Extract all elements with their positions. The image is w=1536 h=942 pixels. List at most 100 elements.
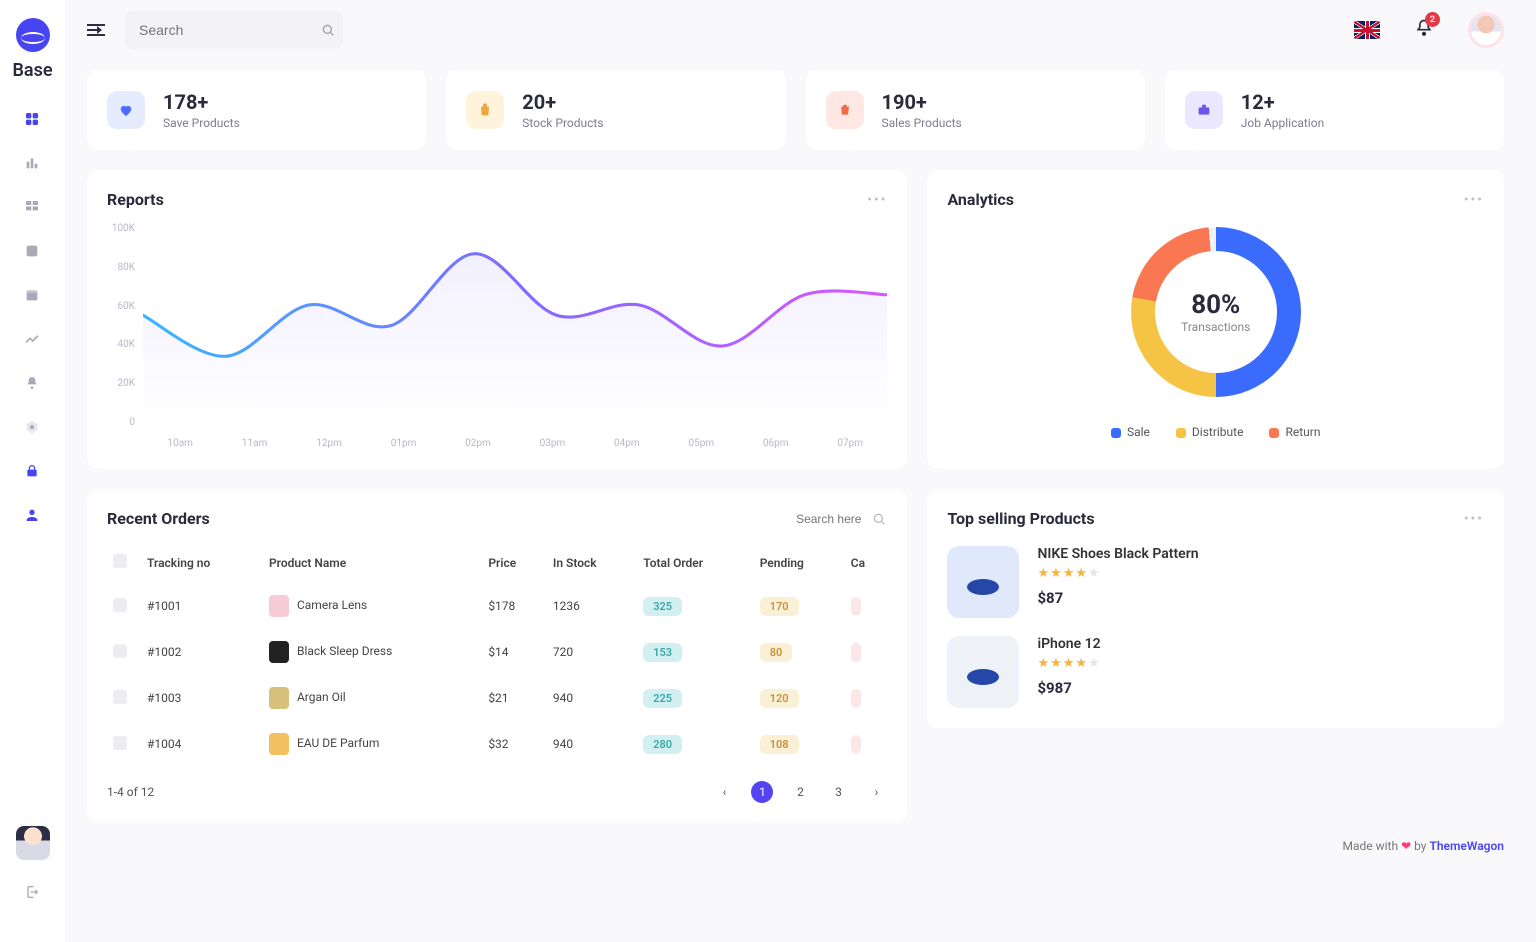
- sidebar-charts-icon[interactable]: [24, 155, 42, 173]
- sidebar-lock-icon[interactable]: [24, 463, 42, 481]
- orders-column-header: Tracking no: [141, 542, 263, 583]
- sidebar-list-icon[interactable]: [24, 243, 42, 261]
- sidebar-dashboard-icon[interactable]: [24, 111, 42, 129]
- y-tick: 80K: [107, 262, 135, 273]
- product-name-cell: Argan Oil: [263, 675, 482, 721]
- row-checkbox[interactable]: [113, 598, 127, 612]
- reports-title: Reports: [107, 190, 164, 209]
- canceled-badge: [851, 597, 861, 616]
- orders-column-header: [107, 542, 141, 583]
- orders-column-header: In Stock: [547, 542, 637, 583]
- sidebar-calendar-icon[interactable]: [24, 287, 42, 305]
- product-price: $987: [1037, 679, 1100, 697]
- top-selling-title: Top selling Products: [947, 509, 1094, 528]
- legend-item: Distribute: [1176, 425, 1244, 439]
- pagination-prev-icon[interactable]: ‹: [713, 781, 735, 803]
- row-checkbox[interactable]: [113, 644, 127, 658]
- product-name-cell: Camera Lens: [263, 583, 482, 629]
- stat-card: 190+ Sales Products: [806, 70, 1145, 150]
- user-avatar[interactable]: [1468, 12, 1504, 48]
- stat-value: 12+: [1241, 90, 1324, 114]
- x-tick: 12pm: [292, 438, 366, 449]
- product-item[interactable]: NIKE Shoes Black Pattern ★★★★★ $87: [947, 546, 1484, 618]
- footer: Made with ❤ by ThemeWagon: [65, 833, 1526, 853]
- brand-name: Base: [12, 60, 52, 81]
- sidebar-bell-icon[interactable]: [24, 375, 42, 393]
- x-tick: 06pm: [739, 438, 813, 449]
- reports-more-icon[interactable]: •••: [867, 192, 887, 208]
- stock-cell: 1236: [547, 583, 637, 629]
- table-row[interactable]: #1004 EAU DE Parfum $32 940 280 108: [107, 721, 887, 767]
- stat-card: 20+ Stock Products: [446, 70, 785, 150]
- sidebar-toggle-icon[interactable]: [87, 21, 109, 39]
- reports-chart: [143, 223, 887, 428]
- analytics-more-icon[interactable]: •••: [1464, 192, 1484, 208]
- analytics-donut-chart: 80% Transactions: [1131, 227, 1301, 397]
- footer-brand-link[interactable]: ThemeWagon: [1429, 839, 1504, 853]
- sidebar-blocks-icon[interactable]: [24, 199, 42, 217]
- orders-column-header: Price: [482, 542, 547, 583]
- orders-search-input[interactable]: [751, 512, 861, 526]
- row-checkbox[interactable]: [113, 690, 127, 704]
- legend-dot-icon: [1269, 428, 1279, 438]
- product-rating: ★★★★★: [1037, 656, 1100, 671]
- stat-label: Job Application: [1241, 116, 1324, 130]
- x-tick: 03pm: [515, 438, 589, 449]
- sidebar-avatar[interactable]: [16, 826, 50, 860]
- product-rating: ★★★★★: [1037, 566, 1198, 581]
- orders-column-header: Ca: [845, 542, 888, 583]
- shopping-icon: [826, 91, 864, 129]
- page-button[interactable]: 3: [827, 781, 849, 803]
- sidebar-user-icon[interactable]: [24, 507, 42, 525]
- total-order-badge: 280: [643, 735, 682, 754]
- search-icon: [871, 511, 887, 527]
- tracking-no: #1001: [141, 583, 263, 629]
- pending-badge: 120: [760, 689, 799, 708]
- product-thumb: [269, 687, 289, 709]
- stat-label: Stock Products: [522, 116, 603, 130]
- tracking-no: #1002: [141, 629, 263, 675]
- sidebar-trend-icon[interactable]: [24, 331, 42, 349]
- top-selling-card: Top selling Products ••• NIKE Shoes Blac…: [927, 489, 1504, 728]
- product-name: NIKE Shoes Black Pattern: [1037, 546, 1198, 562]
- stat-label: Sales Products: [882, 116, 962, 130]
- orders-search[interactable]: [751, 511, 887, 527]
- x-tick: 11am: [217, 438, 291, 449]
- search-input[interactable]: [139, 22, 320, 38]
- x-tick: 02pm: [441, 438, 515, 449]
- notification-bell[interactable]: 2: [1414, 18, 1434, 42]
- y-tick: 60K: [107, 301, 135, 312]
- sidebar-logout-icon[interactable]: [24, 884, 42, 902]
- briefcase-icon: [1185, 91, 1223, 129]
- table-row[interactable]: #1001 Camera Lens $178 1236 325 170: [107, 583, 887, 629]
- stat-card: 12+ Job Application: [1165, 70, 1504, 150]
- analytics-title: Analytics: [947, 190, 1014, 209]
- product-item[interactable]: iPhone 12 ★★★★★ $987: [947, 636, 1484, 708]
- stat-value: 190+: [882, 90, 962, 114]
- x-tick: 04pm: [590, 438, 664, 449]
- price-cell: $32: [482, 721, 547, 767]
- select-all-checkbox[interactable]: [113, 554, 127, 568]
- bag-icon: [466, 91, 504, 129]
- brand-logo[interactable]: [16, 18, 50, 52]
- table-row[interactable]: #1003 Argan Oil $21 940 225 120: [107, 675, 887, 721]
- global-search[interactable]: [125, 11, 343, 49]
- x-tick: 01pm: [366, 438, 440, 449]
- sidebar-settings-icon[interactable]: [24, 419, 42, 437]
- orders-column-header: Pending: [754, 542, 845, 583]
- row-checkbox[interactable]: [113, 736, 127, 750]
- product-thumb: [269, 733, 289, 755]
- footer-by: by: [1414, 839, 1426, 853]
- language-flag-icon[interactable]: [1354, 21, 1380, 39]
- price-cell: $14: [482, 629, 547, 675]
- stat-card: 178+ Save Products: [87, 70, 426, 150]
- stat-value: 178+: [163, 90, 240, 114]
- table-row[interactable]: #1002 Black Sleep Dress $14 720 153 80: [107, 629, 887, 675]
- pagination-next-icon[interactable]: ›: [865, 781, 887, 803]
- orders-column-header: Total Order: [637, 542, 753, 583]
- canceled-badge: [851, 643, 861, 662]
- orders-title: Recent Orders: [107, 509, 210, 528]
- top-selling-more-icon[interactable]: •••: [1464, 511, 1484, 527]
- page-button[interactable]: 1: [751, 781, 773, 803]
- page-button[interactable]: 2: [789, 781, 811, 803]
